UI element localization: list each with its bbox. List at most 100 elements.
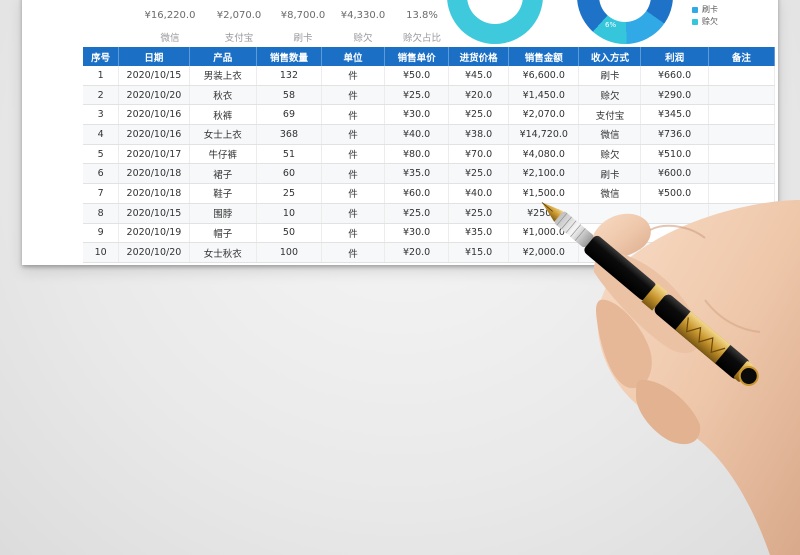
- cell-unit[interactable]: 件: [321, 223, 386, 244]
- cell-unit-price[interactable]: ¥25.0: [384, 85, 450, 106]
- cell-profit[interactable]: [640, 242, 709, 263]
- cell-amount[interactable]: ¥1,000.0: [508, 223, 580, 244]
- cell-index[interactable]: 3: [83, 104, 120, 126]
- cell-unit-price[interactable]: ¥20.0: [384, 242, 450, 263]
- cell-amount[interactable]: ¥2,000.0: [508, 242, 580, 263]
- cell-payment-method[interactable]: 微信: [578, 183, 642, 204]
- cell-cost-price[interactable]: ¥20.0: [448, 85, 510, 106]
- cell-date[interactable]: 2020/10/15: [118, 203, 190, 224]
- cell-product[interactable]: 鞋子: [189, 183, 257, 204]
- cell-date[interactable]: 2020/10/19: [118, 223, 190, 244]
- cell-notes[interactable]: [708, 85, 776, 106]
- header-cost-price[interactable]: 进货价格: [448, 47, 510, 66]
- cell-quantity[interactable]: 69: [256, 104, 323, 126]
- cell-notes[interactable]: [708, 183, 776, 204]
- cell-unit-price[interactable]: ¥25.0: [384, 203, 450, 224]
- cell-payment-method[interactable]: 赊欠: [578, 85, 642, 106]
- cell-cost-price[interactable]: ¥40.0: [448, 183, 510, 204]
- cell-amount[interactable]: ¥2,100.0: [508, 163, 580, 185]
- cell-unit[interactable]: 件: [321, 163, 386, 185]
- cell-cost-price[interactable]: ¥25.0: [448, 203, 510, 224]
- cell-notes[interactable]: [708, 66, 776, 86]
- cell-payment-method[interactable]: 刷卡: [578, 163, 642, 185]
- cell-notes[interactable]: [708, 104, 776, 126]
- cell-unit[interactable]: 件: [321, 104, 386, 126]
- cell-notes[interactable]: [708, 242, 776, 263]
- cell-payment-method[interactable]: 刷卡: [578, 66, 642, 86]
- cell-amount[interactable]: ¥4,080.0: [508, 144, 580, 165]
- cell-payment-method[interactable]: 支付宝: [578, 104, 642, 126]
- cell-date[interactable]: 2020/10/16: [118, 124, 190, 145]
- cell-quantity[interactable]: 50: [256, 223, 323, 244]
- cell-quantity[interactable]: 25: [256, 183, 323, 204]
- cell-payment-method[interactable]: [578, 223, 642, 244]
- cell-unit-price[interactable]: ¥30.0: [384, 223, 450, 244]
- cell-amount[interactable]: ¥2,070.0: [508, 104, 580, 126]
- cell-unit-price[interactable]: ¥40.0: [384, 124, 450, 145]
- cell-product[interactable]: 秋衣: [189, 85, 257, 106]
- cell-payment-method[interactable]: [578, 242, 642, 263]
- cell-index[interactable]: 5: [83, 144, 120, 165]
- cell-amount[interactable]: ¥6,600.0: [508, 66, 580, 86]
- cell-unit[interactable]: 件: [321, 144, 386, 165]
- cell-date[interactable]: 2020/10/16: [118, 104, 190, 126]
- cell-amount[interactable]: ¥1,500.0: [508, 183, 580, 204]
- cell-product[interactable]: 围脖: [189, 203, 257, 224]
- cell-quantity[interactable]: 60: [256, 163, 323, 185]
- header-index[interactable]: 序号: [83, 47, 120, 66]
- cell-notes[interactable]: [708, 163, 776, 185]
- cell-product[interactable]: 帽子: [189, 223, 257, 244]
- cell-notes[interactable]: [708, 203, 776, 224]
- cell-product[interactable]: 牛仔裤: [189, 144, 257, 165]
- cell-cost-price[interactable]: ¥38.0: [448, 124, 510, 145]
- cell-quantity[interactable]: 51: [256, 144, 323, 165]
- header-quantity[interactable]: 销售数量: [256, 47, 323, 66]
- cell-date[interactable]: 2020/10/18: [118, 183, 190, 204]
- cell-cost-price[interactable]: ¥25.0: [448, 104, 510, 126]
- cell-date[interactable]: 2020/10/17: [118, 144, 190, 165]
- cell-date[interactable]: 2020/10/20: [118, 85, 190, 106]
- cell-cost-price[interactable]: ¥45.0: [448, 66, 510, 86]
- cell-amount[interactable]: ¥14,720.0: [508, 124, 580, 145]
- cell-unit-price[interactable]: ¥35.0: [384, 163, 450, 185]
- header-amount[interactable]: 销售金额: [508, 47, 580, 66]
- cell-profit[interactable]: ¥510.0: [640, 144, 709, 165]
- header-payment-method[interactable]: 收入方式: [578, 47, 642, 66]
- cell-date[interactable]: 2020/10/20: [118, 242, 190, 263]
- cell-index[interactable]: 9: [83, 223, 120, 244]
- cell-product[interactable]: 裙子: [189, 163, 257, 185]
- cell-unit[interactable]: 件: [321, 183, 386, 204]
- header-profit[interactable]: 利润: [640, 47, 709, 66]
- cell-index[interactable]: 4: [83, 124, 120, 145]
- cell-unit-price[interactable]: ¥60.0: [384, 183, 450, 204]
- cell-cost-price[interactable]: ¥25.0: [448, 163, 510, 185]
- cell-product[interactable]: 女士秋衣: [189, 242, 257, 263]
- header-product[interactable]: 产品: [189, 47, 257, 66]
- cell-unit-price[interactable]: ¥50.0: [384, 66, 450, 86]
- cell-notes[interactable]: [708, 124, 776, 145]
- cell-profit[interactable]: [640, 223, 709, 244]
- cell-product[interactable]: 女士上衣: [189, 124, 257, 145]
- cell-index[interactable]: 2: [83, 85, 120, 106]
- cell-cost-price[interactable]: ¥70.0: [448, 144, 510, 165]
- cell-product[interactable]: 男装上衣: [189, 66, 257, 86]
- cell-profit[interactable]: ¥500.0: [640, 183, 709, 204]
- cell-unit[interactable]: 件: [321, 85, 386, 106]
- header-unit-price[interactable]: 销售单价: [384, 47, 450, 66]
- cell-profit[interactable]: ¥290.0: [640, 85, 709, 106]
- cell-profit[interactable]: ¥660.0: [640, 66, 709, 86]
- cell-unit[interactable]: 件: [321, 66, 386, 86]
- cell-profit[interactable]: [640, 203, 709, 224]
- cell-notes[interactable]: [708, 144, 776, 165]
- cell-payment-method[interactable]: [578, 203, 642, 224]
- header-notes[interactable]: 备注: [708, 47, 776, 66]
- cell-quantity[interactable]: 100: [256, 242, 323, 263]
- cell-unit[interactable]: 件: [321, 203, 386, 224]
- cell-index[interactable]: 1: [83, 66, 120, 86]
- cell-unit[interactable]: 件: [321, 242, 386, 263]
- cell-product[interactable]: 秋裤: [189, 104, 257, 126]
- cell-index[interactable]: 8: [83, 203, 120, 224]
- cell-payment-method[interactable]: 赊欠: [578, 144, 642, 165]
- cell-unit[interactable]: 件: [321, 124, 386, 145]
- cell-date[interactable]: 2020/10/18: [118, 163, 190, 185]
